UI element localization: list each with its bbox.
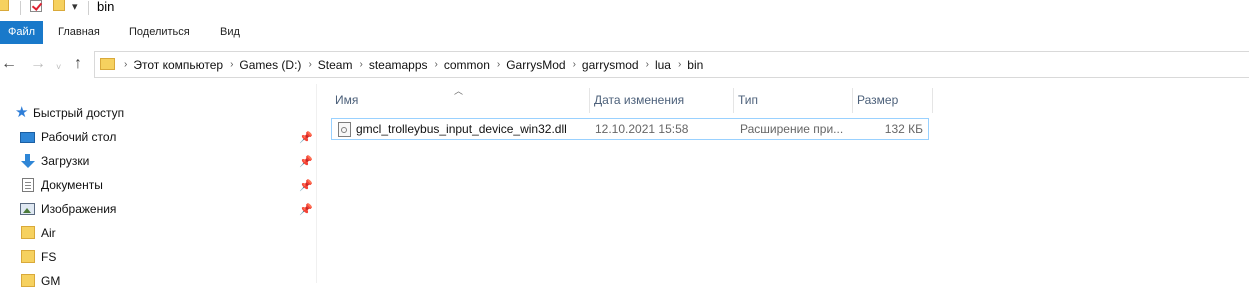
ribbon-tabs: Файл Главная Поделиться Вид xyxy=(0,21,1249,44)
chevron-right-icon[interactable]: › xyxy=(490,59,506,70)
breadcrumb-this-pc[interactable]: Этот компьютер xyxy=(133,58,223,72)
nav-label: Изображения xyxy=(41,202,117,216)
title-bar: ▾ bin xyxy=(0,0,1249,18)
nav-label: Air xyxy=(41,226,56,240)
chevron-right-icon[interactable]: › xyxy=(117,59,133,70)
folder-icon xyxy=(21,274,35,287)
breadcrumb-games-drive[interactable]: Games (D:) xyxy=(239,58,301,72)
properties-check-icon[interactable] xyxy=(30,0,42,12)
breadcrumb-garrysmod[interactable]: garrysmod xyxy=(582,58,639,72)
nav-item-pictures[interactable]: Изображения 📌 xyxy=(0,199,316,221)
pin-icon[interactable]: 📌 xyxy=(299,155,313,168)
toolbar-divider xyxy=(88,1,89,15)
pictures-icon xyxy=(20,203,35,215)
nav-label: FS xyxy=(41,250,57,264)
file-date-modified: 12.10.2021 15:58 xyxy=(595,122,689,136)
breadcrumb-bin[interactable]: bin xyxy=(687,58,703,72)
pin-icon[interactable]: 📌 xyxy=(299,131,313,144)
chevron-right-icon[interactable]: › xyxy=(223,59,239,70)
tab-share[interactable]: Поделиться xyxy=(129,21,190,44)
chevron-right-icon[interactable]: › xyxy=(301,59,317,70)
breadcrumb-common[interactable]: common xyxy=(444,58,490,72)
column-header-date[interactable]: Дата изменения xyxy=(590,88,734,113)
toolbar-divider xyxy=(20,1,21,15)
nav-label: GM xyxy=(41,274,61,288)
file-name: gmcl_trolleybus_input_device_win32.dll xyxy=(356,122,567,136)
downloads-icon xyxy=(20,154,35,168)
chevron-right-icon[interactable]: › xyxy=(428,59,444,70)
breadcrumb: › Этот компьютер › Games (D:) › Steam › … xyxy=(117,52,703,77)
breadcrumb-steam[interactable]: Steam xyxy=(318,58,353,72)
chevron-right-icon[interactable]: › xyxy=(566,59,582,70)
nav-item-desktop[interactable]: Рабочий стол 📌 xyxy=(0,127,316,149)
address-bar[interactable]: › Этот компьютер › Games (D:) › Steam › … xyxy=(94,51,1249,78)
back-button[interactable]: ← xyxy=(1,56,17,72)
navigation-pane: ★ Быстрый доступ Рабочий стол 📌 Загрузки… xyxy=(0,103,316,288)
column-header-name[interactable]: Имя xyxy=(331,88,589,113)
pane-divider[interactable] xyxy=(316,84,317,283)
breadcrumb-lua[interactable]: lua xyxy=(655,58,671,72)
up-button[interactable]: ↑ xyxy=(74,56,82,72)
nav-quick-access[interactable]: ★ Быстрый доступ xyxy=(0,103,316,125)
nav-item-documents[interactable]: Документы 📌 xyxy=(0,175,316,197)
file-size: 132 КБ xyxy=(884,122,923,136)
nav-item-downloads[interactable]: Загрузки 📌 xyxy=(0,151,316,173)
window-title: bin xyxy=(97,0,115,14)
breadcrumb-garrysmod-app[interactable]: GarrysMod xyxy=(506,58,565,72)
folder-icon xyxy=(0,0,9,11)
folder-icon xyxy=(21,250,35,263)
column-header-type[interactable]: Тип xyxy=(734,88,852,113)
nav-label: Загрузки xyxy=(41,154,90,168)
recent-locations-chevron-icon[interactable]: ˅ xyxy=(56,59,61,75)
nav-item-gm[interactable]: GM xyxy=(0,271,316,293)
folder-icon xyxy=(21,226,35,239)
nav-item-air[interactable]: Air xyxy=(0,223,316,245)
nav-label: Рабочий стол xyxy=(41,130,117,144)
dll-file-icon xyxy=(338,122,351,137)
nav-label: Быстрый доступ xyxy=(33,106,125,120)
file-row[interactable]: gmcl_trolleybus_input_device_win32.dll 1… xyxy=(331,118,929,140)
nav-label: Документы xyxy=(41,178,103,192)
breadcrumb-steamapps[interactable]: steamapps xyxy=(369,58,428,72)
forward-button[interactable]: → xyxy=(30,56,46,72)
file-type: Расширение при... xyxy=(740,122,844,136)
documents-icon xyxy=(22,178,34,192)
new-folder-icon[interactable] xyxy=(53,0,65,11)
tab-home[interactable]: Главная xyxy=(58,21,100,44)
chevron-right-icon[interactable]: › xyxy=(352,59,368,70)
customize-toolbar-icon[interactable]: ▾ xyxy=(72,0,78,13)
pin-icon[interactable]: 📌 xyxy=(299,203,313,216)
tab-file[interactable]: Файл xyxy=(0,21,43,44)
nav-item-fs[interactable]: FS xyxy=(0,247,316,269)
star-icon: ★ xyxy=(15,104,29,121)
desktop-icon xyxy=(20,132,35,143)
pin-icon[interactable]: 📌 xyxy=(299,179,313,192)
address-row: ← → ˅ ↑ › Этот компьютер › Games (D:) › … xyxy=(0,50,1249,80)
column-divider[interactable] xyxy=(932,88,933,113)
column-header-size[interactable]: Размер xyxy=(853,88,932,113)
folder-icon xyxy=(100,58,115,70)
tab-view[interactable]: Вид xyxy=(220,21,240,44)
chevron-right-icon[interactable]: › xyxy=(671,59,687,70)
chevron-right-icon[interactable]: › xyxy=(639,59,655,70)
